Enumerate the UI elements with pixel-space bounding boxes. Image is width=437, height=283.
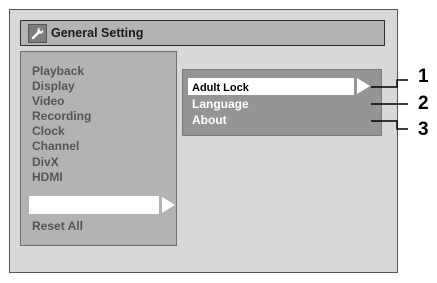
callout-label-1: 1 <box>418 66 429 87</box>
callout-lines <box>371 79 408 130</box>
callout-label-3: 3 <box>418 119 429 140</box>
callout-label-2: 2 <box>418 93 429 114</box>
